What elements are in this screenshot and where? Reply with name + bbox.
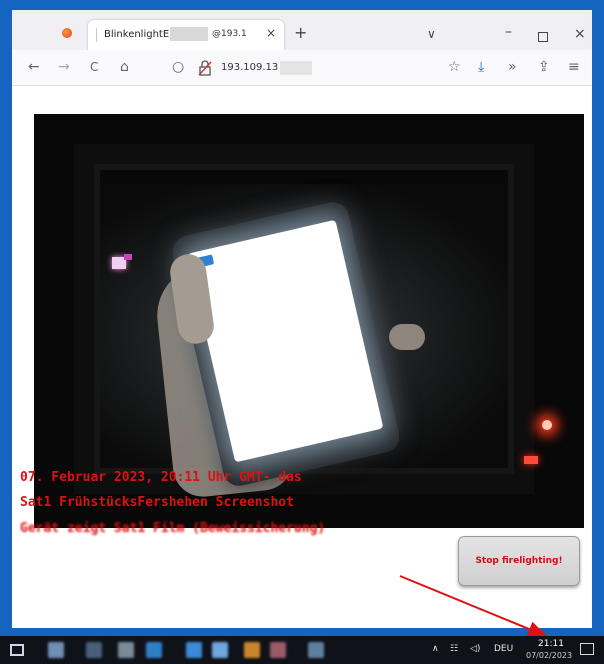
- annotation-arrow: [399, 575, 548, 637]
- taskbar: ∧ ☷ ◁) DEU 21:11 07/02/2023: [0, 636, 604, 664]
- taskbar-app-icon[interactable]: [244, 642, 260, 658]
- taskbar-app-icon[interactable]: [48, 642, 64, 658]
- language-indicator[interactable]: DEU: [494, 644, 513, 654]
- network-icon[interactable]: ☷: [450, 644, 458, 654]
- taskbar-app-icon[interactable]: [308, 642, 324, 658]
- taskbar-app-icon[interactable]: [86, 642, 102, 658]
- volume-icon[interactable]: ◁): [470, 644, 480, 654]
- clock-date[interactable]: 07/02/2023: [526, 651, 572, 660]
- taskbar-app-icon[interactable]: [146, 642, 162, 658]
- taskbar-app-icon[interactable]: [118, 642, 134, 658]
- notification-icon[interactable]: [580, 643, 594, 655]
- start-icon[interactable]: [10, 644, 24, 656]
- tray-chevron-icon[interactable]: ∧: [432, 644, 439, 654]
- taskbar-app-icon[interactable]: [270, 642, 286, 658]
- taskbar-app-icon[interactable]: [186, 642, 202, 658]
- taskbar-app-icon[interactable]: [212, 642, 228, 658]
- clock-time[interactable]: 21:11: [538, 639, 564, 649]
